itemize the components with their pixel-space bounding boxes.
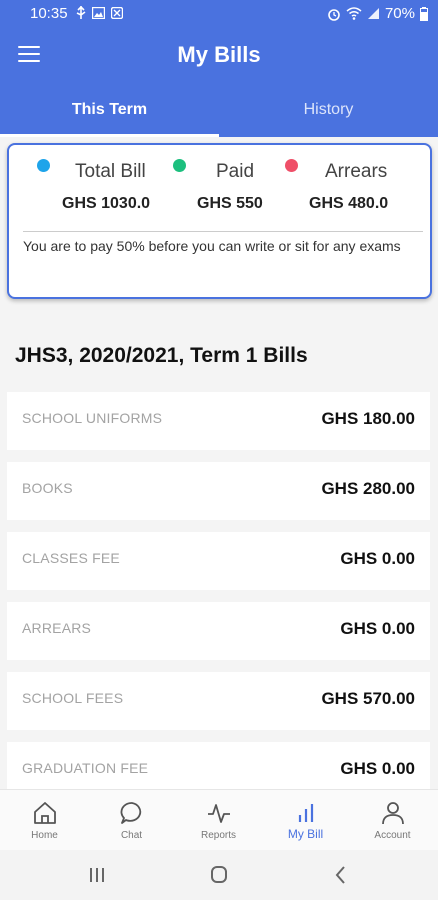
nav-label: Home [31, 830, 58, 841]
home-circle-icon[interactable] [204, 862, 234, 888]
battery-icon [420, 6, 428, 21]
bill-name: ARREARS [22, 620, 92, 636]
tab-bar: This Term History [0, 86, 438, 137]
nav-account[interactable]: Account [349, 790, 436, 851]
paid-label: Paid [216, 161, 255, 182]
bill-row[interactable]: ARREARS GHS 0.00 [7, 602, 430, 660]
app-header: 10:35 70% My Bills This Term History [0, 0, 438, 137]
status-left-icons [76, 6, 123, 19]
bill-amount: GHS 0.00 [340, 549, 415, 568]
total-bill-amount: GHS 1030.0 [62, 195, 151, 212]
status-right-icons: 70% [327, 5, 428, 22]
notification-icon [111, 6, 123, 19]
bill-name: SCHOOL FEES [22, 690, 124, 706]
tab-history[interactable]: History [219, 86, 438, 134]
wifi-icon [346, 7, 362, 20]
bills-section-title: JHS3, 2020/2021, Term 1 Bills [15, 344, 308, 367]
nav-reports[interactable]: Reports [175, 790, 262, 851]
system-navigation-bar [0, 850, 438, 900]
tab-this-term[interactable]: This Term [0, 86, 219, 134]
paid-amount: GHS 550 [197, 195, 263, 212]
bill-name: SCHOOL UNIFORMS [22, 410, 163, 426]
usb-icon [76, 6, 86, 19]
bill-amount: GHS 0.00 [340, 759, 415, 778]
back-icon[interactable] [326, 862, 356, 888]
battery-text: 70% [384, 5, 415, 22]
total-bill-dot [37, 159, 50, 172]
recent-apps-icon[interactable] [82, 862, 112, 888]
bill-name: BOOKS [22, 480, 73, 496]
user-icon [382, 802, 404, 825]
activity-icon [208, 804, 230, 823]
status-bar: 10:35 70% [0, 0, 438, 28]
nav-label: Chat [120, 830, 143, 841]
bottom-navigation: Home Chat Reports My Bill Account [0, 789, 438, 851]
nav-chat[interactable]: Chat [88, 790, 175, 851]
page-title: My Bills [177, 42, 261, 67]
arrears-amount: GHS 480.0 [309, 195, 389, 212]
bill-name: CLASSES FEE [22, 550, 120, 566]
nav-my-bill[interactable]: My Bill [262, 790, 349, 851]
bill-name: GRADUATION FEE [22, 760, 149, 776]
bar-chart-icon [298, 804, 314, 822]
home-icon [34, 802, 56, 824]
image-icon [92, 6, 105, 19]
bill-row[interactable]: BOOKS GHS 280.00 [7, 462, 430, 520]
alarm-icon [328, 8, 340, 21]
active-tab-indicator [0, 134, 219, 137]
bill-row[interactable]: SCHOOL FEES GHS 570.00 [7, 672, 430, 730]
bill-amount: GHS 280.00 [321, 479, 415, 498]
nav-home[interactable]: Home [1, 790, 88, 851]
arrears-dot [285, 159, 298, 172]
nav-label: Reports [200, 830, 236, 841]
bill-row[interactable]: SCHOOL UNIFORMS GHS 180.00 [7, 392, 430, 450]
paid-dot [173, 159, 186, 172]
signal-icon [367, 8, 379, 19]
arrears-label: Arrears [325, 161, 388, 182]
bill-summary-card: Total Bill Paid Arrears GHS 1030.0 GHS 5… [7, 143, 432, 299]
bill-amount: GHS 0.00 [340, 619, 415, 638]
app-bar: My Bills [0, 28, 438, 86]
nav-label: Account [374, 830, 411, 841]
chat-icon [120, 802, 142, 824]
bill-amount: GHS 570.00 [321, 689, 415, 708]
bill-row[interactable]: CLASSES FEE GHS 0.00 [7, 532, 430, 590]
total-bill-label: Total Bill [75, 161, 146, 182]
nav-label: My Bill [287, 827, 324, 841]
bill-amount: GHS 180.00 [321, 409, 415, 428]
status-time: 10:35 [30, 5, 68, 22]
payment-note: You are to pay 50% before you can write … [23, 231, 423, 256]
